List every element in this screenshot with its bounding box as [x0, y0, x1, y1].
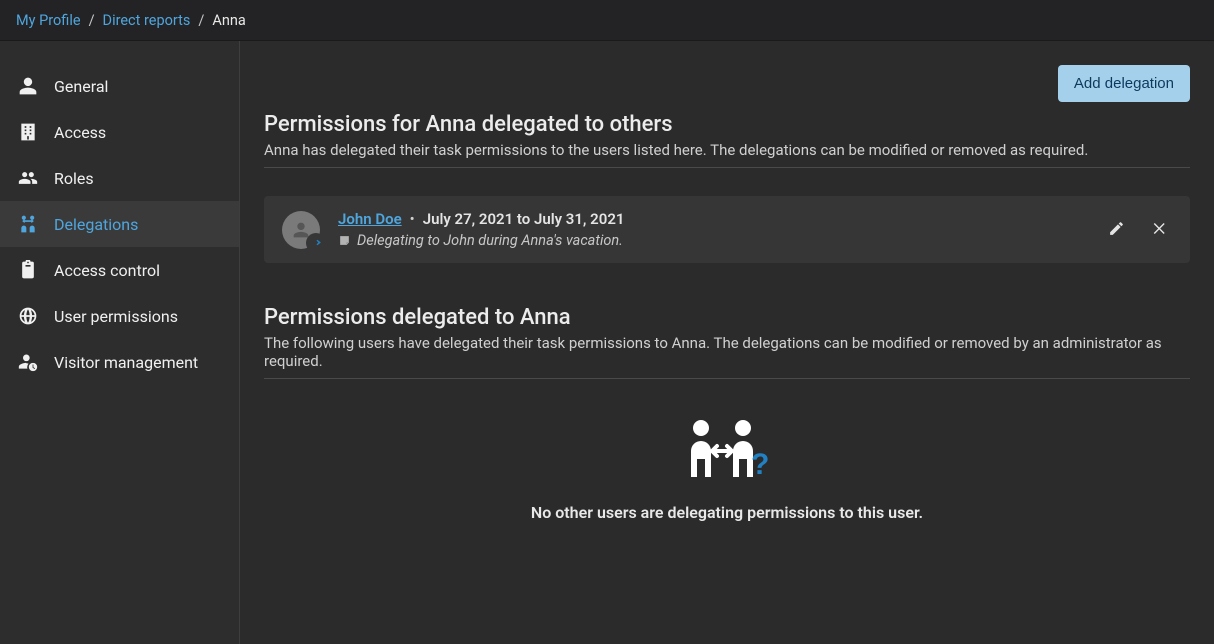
breadcrumb-current: Anna	[212, 12, 245, 29]
sidebar-item-accesscontrol[interactable]: Access control	[0, 247, 239, 293]
sidebar-item-roles[interactable]: Roles	[0, 155, 239, 201]
breadcrumb-sep: /	[198, 12, 204, 29]
user-icon	[18, 76, 44, 96]
building-icon	[18, 122, 44, 142]
sidebar-item-userpermissions[interactable]: User permissions	[0, 293, 239, 339]
breadcrumb-link-myprofile[interactable]: My Profile	[16, 12, 81, 29]
delete-button[interactable]	[1147, 216, 1172, 244]
svg-text:?: ?	[751, 448, 769, 481]
section1-desc: Anna has delegated their task permission…	[264, 141, 1190, 159]
delegation-name-link[interactable]: John Doe	[338, 210, 402, 228]
breadcrumb: My Profile / Direct reports / Anna	[0, 0, 1214, 41]
sidebar: General Access Roles Delegations Access …	[0, 41, 240, 644]
edit-button[interactable]	[1104, 216, 1129, 244]
avatar	[282, 211, 320, 249]
sidebar-item-label: User permissions	[54, 307, 178, 326]
divider	[264, 167, 1190, 168]
globe-icon	[18, 306, 44, 326]
main-content: Add delegation Permissions for Anna dele…	[240, 41, 1214, 644]
pencil-icon	[1108, 225, 1125, 240]
delegation-card: John Doe • July 27, 2021 to July 31, 202…	[264, 196, 1190, 263]
user-clock-icon	[18, 352, 44, 372]
sidebar-item-general[interactable]: General	[0, 63, 239, 109]
section2-title: Permissions delegated to Anna	[264, 305, 1190, 330]
add-delegation-button[interactable]: Add delegation	[1058, 65, 1190, 102]
sidebar-item-label: Delegations	[54, 215, 138, 234]
breadcrumb-link-directreports[interactable]: Direct reports	[103, 12, 191, 29]
breadcrumb-sep: /	[89, 12, 95, 29]
sidebar-item-label: Access control	[54, 261, 160, 280]
separator-dot: •	[410, 210, 415, 228]
divider	[264, 378, 1190, 379]
delegation-note: Delegating to John during Anna's vacatio…	[357, 232, 623, 249]
sidebar-item-label: Visitor management	[54, 353, 198, 372]
empty-state: ? No other users are delegating permissi…	[264, 419, 1190, 522]
sidebar-item-label: Roles	[54, 169, 94, 188]
empty-delegation-icon: ?	[264, 419, 1190, 481]
delegation-arrow-icon	[306, 233, 326, 253]
sidebar-item-access[interactable]: Access	[0, 109, 239, 155]
delegation-dates: July 27, 2021 to July 31, 2021	[423, 210, 625, 228]
close-icon	[1151, 225, 1168, 240]
sidebar-item-label: General	[54, 77, 108, 96]
clipboard-icon	[18, 260, 44, 280]
section1-title: Permissions for Anna delegated to others	[264, 112, 1190, 137]
sidebar-item-delegations[interactable]: Delegations	[0, 201, 239, 247]
users-icon	[18, 168, 44, 188]
empty-state-message: No other users are delegating permission…	[264, 503, 1190, 522]
sidebar-item-label: Access	[54, 123, 106, 142]
section2-desc: The following users have delegated their…	[264, 334, 1190, 370]
sidebar-item-visitormanagement[interactable]: Visitor management	[0, 339, 239, 385]
note-icon	[338, 234, 351, 247]
swap-people-icon	[18, 214, 44, 234]
